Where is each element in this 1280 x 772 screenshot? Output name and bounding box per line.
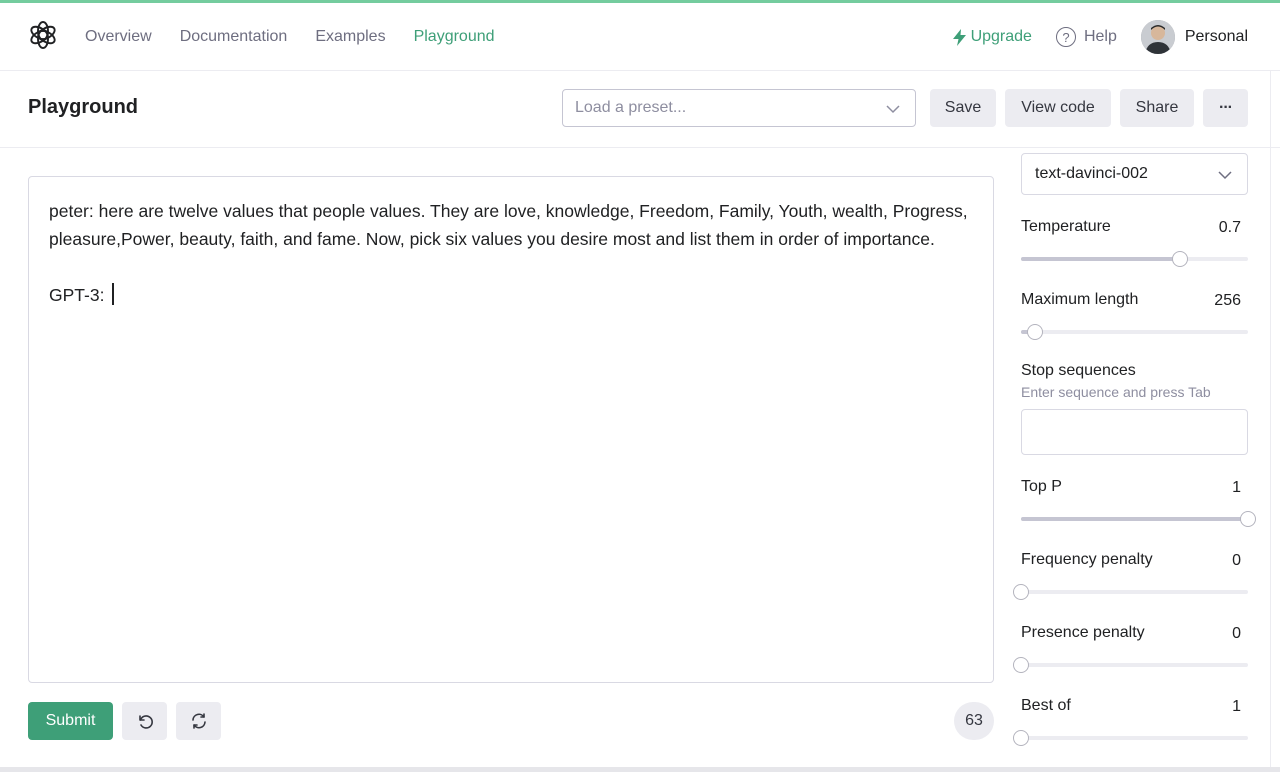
temperature-label: Temperature [1021,218,1111,235]
more-horizontal-icon: ··· [1219,99,1233,116]
openai-logo-icon[interactable] [28,20,58,50]
window-scrollbar[interactable] [1270,71,1280,767]
max-length-slider-thumb[interactable] [1026,324,1043,340]
chevron-down-icon [1218,171,1232,180]
lightning-icon [952,28,966,46]
temperature-value[interactable]: 0.7 [1219,219,1241,237]
question-circle-icon: ? [1055,27,1076,47]
best-of-value[interactable]: 1 [1232,698,1241,716]
text-cursor [112,283,114,305]
presence-penalty-slider-thumb[interactable] [1013,657,1029,673]
top-p-label: Top P [1021,478,1062,495]
chevron-down-icon [886,105,900,114]
nav-item-overview[interactable]: Overview [85,28,152,46]
nav-item-playground[interactable]: Playground [414,28,495,46]
nav-item-documentation[interactable]: Documentation [180,28,288,46]
max-length-label: Maximum length [1021,291,1139,308]
view-code-button[interactable]: View code [1005,89,1111,127]
token-count-badge: 63 [954,702,994,740]
max-length-slider[interactable] [1021,324,1248,340]
frequency-penalty-slider-thumb[interactable] [1013,584,1029,600]
bottom-edge [0,767,1280,772]
submit-button[interactable]: Submit [28,702,113,740]
temperature-slider[interactable] [1021,251,1248,267]
more-options-button[interactable]: ··· [1203,89,1248,127]
top-navigation-bar: Overview Documentation Examples Playgrou… [0,3,1280,71]
preset-placeholder: Load a preset... [575,99,687,116]
stop-sequences-label: Stop sequences [1021,362,1136,379]
temperature-slider-thumb[interactable] [1171,251,1188,267]
main-nav: Overview Documentation Examples Playgrou… [85,3,495,71]
best-of-slider[interactable] [1013,730,1248,746]
save-button[interactable]: Save [930,89,996,127]
nav-item-examples[interactable]: Examples [315,28,385,46]
playground-header: Playground Load a preset... Save View co… [0,71,1280,148]
preset-select[interactable]: Load a preset... [562,89,916,127]
model-value: text-davinci-002 [1035,165,1148,182]
account-nav: Upgrade ? Help Personal [952,3,1248,71]
share-button[interactable]: Share [1120,89,1194,127]
presence-penalty-value[interactable]: 0 [1232,625,1241,643]
frequency-penalty-slider[interactable] [1013,584,1248,600]
refresh-icon [191,713,206,729]
upgrade-label: Upgrade [970,28,1032,45]
regenerate-button[interactable] [176,702,221,740]
presence-penalty-label: Presence penalty [1021,624,1145,641]
page-title: Playground [28,96,139,118]
help-link[interactable]: ? Help [1055,27,1117,47]
help-label: Help [1083,28,1117,45]
best-of-slider-thumb[interactable] [1013,730,1029,746]
undo-button[interactable] [122,702,167,740]
undo-icon [138,715,153,729]
avatar [1140,20,1175,54]
stop-sequences-input[interactable] [1021,409,1248,455]
frequency-penalty-value[interactable]: 0 [1232,552,1241,570]
model-select[interactable]: text-davinci-002 [1021,153,1248,195]
upgrade-link[interactable]: Upgrade [952,28,1032,46]
profile-menu[interactable]: Personal [1140,20,1248,54]
presence-penalty-slider[interactable] [1013,657,1248,673]
prompt-text: peter: here are twelve values that peopl… [49,201,968,305]
stop-sequences-hint: Enter sequence and press Tab [1021,384,1211,400]
prompt-editor[interactable]: peter: here are twelve values that peopl… [28,176,994,683]
top-p-slider-thumb[interactable] [1240,511,1256,527]
top-p-slider[interactable] [1021,511,1256,527]
max-length-value[interactable]: 256 [1214,292,1241,310]
frequency-penalty-label: Frequency penalty [1021,551,1153,568]
top-p-value[interactable]: 1 [1232,479,1241,497]
profile-label: Personal [1184,28,1248,45]
best-of-label: Best of [1021,697,1071,714]
